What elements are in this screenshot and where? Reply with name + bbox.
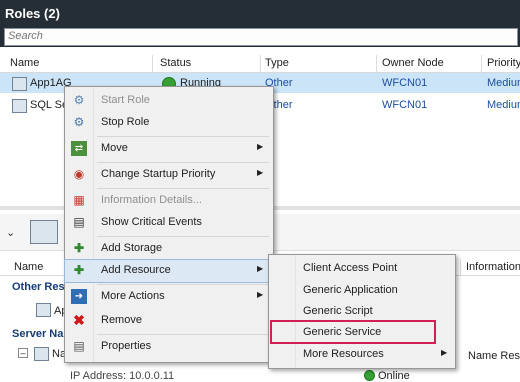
role-priority: Medium bbox=[487, 99, 520, 111]
details-column-name[interactable]: Name bbox=[14, 261, 43, 273]
submenu-arrow-icon: ▶ bbox=[257, 142, 264, 151]
network-name-icon bbox=[34, 347, 49, 361]
menu-item-label: Change Startup Priority bbox=[101, 168, 216, 180]
menu-item-label: Move bbox=[101, 142, 128, 154]
menu-item-add-storage[interactable]: ✚ Add Storage bbox=[65, 238, 273, 260]
column-separator[interactable] bbox=[481, 55, 482, 72]
priority-icon: ◉ bbox=[73, 167, 85, 181]
menu-item-label: Information Details... bbox=[101, 194, 202, 206]
add-resource-icon: ✚ bbox=[73, 263, 85, 277]
role-large-icon bbox=[30, 220, 58, 244]
role-name: SQL Se bbox=[30, 99, 69, 111]
ip-status: Online bbox=[378, 370, 410, 382]
role-icon bbox=[12, 77, 27, 91]
generic-service-highlight bbox=[270, 320, 436, 344]
menu-separator bbox=[97, 136, 269, 137]
menu-item-start-role[interactable]: ⚙ Start Role bbox=[65, 90, 273, 112]
column-separator[interactable] bbox=[460, 259, 461, 275]
chevron-down-icon[interactable]: ⌄ bbox=[6, 226, 15, 239]
menu-item-add-resource[interactable]: ✚ Add Resource ▶ bbox=[64, 259, 274, 283]
submenu-arrow-icon: ▶ bbox=[257, 264, 264, 273]
menu-item-more-actions[interactable]: ➜ More Actions ▶ bbox=[65, 286, 273, 308]
role-owner-node: WFCN01 bbox=[382, 77, 428, 89]
column-separator[interactable] bbox=[152, 55, 153, 72]
stop-role-icon: ⚙ bbox=[73, 115, 85, 129]
menu-item-change-startup-priority[interactable]: ◉ Change Startup Priority ▶ bbox=[65, 164, 273, 186]
server-name-heading: Server Na bbox=[12, 328, 64, 340]
role-priority: Medium bbox=[487, 77, 520, 89]
column-owner-node[interactable]: Owner Node bbox=[382, 57, 444, 69]
collapse-icon[interactable]: – bbox=[18, 348, 28, 358]
column-separator[interactable] bbox=[260, 55, 261, 72]
menu-separator bbox=[97, 334, 269, 335]
search-input[interactable] bbox=[5, 29, 508, 43]
menu-item-label: Stop Role bbox=[101, 116, 150, 128]
move-icon: ⇄ bbox=[71, 141, 87, 156]
add-storage-icon: ✚ bbox=[73, 241, 85, 255]
roles-column-header: Name Status Type Owner Node Priority bbox=[0, 55, 520, 73]
add-resource-submenu: Client Access Point Generic Application … bbox=[268, 254, 456, 369]
roles-title: Roles (2) bbox=[5, 6, 60, 21]
properties-icon: ▤ bbox=[73, 339, 85, 353]
column-type[interactable]: Type bbox=[265, 57, 289, 69]
submenu-item-generic-application[interactable]: Generic Application bbox=[269, 280, 455, 301]
submenu-item-label: Generic Script bbox=[303, 305, 373, 317]
menu-item-remove[interactable]: ✖ Remove bbox=[65, 310, 273, 332]
menu-separator bbox=[97, 236, 269, 237]
submenu-item-generic-script[interactable]: Generic Script bbox=[269, 301, 455, 322]
other-resources-heading: Other Res bbox=[12, 281, 65, 293]
menu-item-label: More Actions bbox=[101, 290, 165, 302]
submenu-item-label: Generic Application bbox=[303, 284, 398, 296]
information-icon: ▦ bbox=[73, 193, 85, 207]
column-status[interactable]: Status bbox=[160, 57, 191, 69]
critical-events-icon: ▤ bbox=[73, 215, 85, 229]
remove-icon: ✖ bbox=[73, 312, 85, 328]
details-column-information[interactable]: Information bbox=[466, 261, 520, 273]
menu-item-properties[interactable]: ▤ Properties bbox=[65, 336, 273, 358]
search-bar bbox=[0, 27, 520, 47]
menu-separator bbox=[97, 188, 269, 189]
name-resource-type: Name Res bbox=[468, 350, 520, 362]
start-role-icon: ⚙ bbox=[73, 93, 85, 107]
submenu-arrow-icon: ▶ bbox=[441, 348, 448, 357]
roles-title-bar: Roles (2) bbox=[0, 0, 520, 27]
submenu-arrow-icon: ▶ bbox=[257, 290, 264, 299]
ip-address[interactable]: IP Address: 10.0.0.11 bbox=[70, 370, 174, 382]
column-separator[interactable] bbox=[376, 55, 377, 72]
menu-item-label: Show Critical Events bbox=[101, 216, 202, 228]
menu-separator bbox=[97, 284, 269, 285]
search-box[interactable] bbox=[4, 28, 518, 46]
context-menu: ⚙ Start Role ⚙ Stop Role ⇄ Move ▶ ◉ Chan… bbox=[64, 86, 274, 363]
menu-separator bbox=[97, 162, 269, 163]
submenu-item-label: Client Access Point bbox=[303, 262, 398, 274]
submenu-item-label: More Resources bbox=[303, 348, 384, 360]
submenu-item-client-access-point[interactable]: Client Access Point bbox=[269, 258, 455, 279]
resource-icon bbox=[36, 303, 51, 317]
menu-item-label: Add Storage bbox=[101, 242, 163, 254]
menu-item-label: Properties bbox=[101, 340, 152, 352]
menu-item-stop-role[interactable]: ⚙ Stop Role bbox=[65, 112, 273, 134]
menu-item-information-details[interactable]: ▦ Information Details... bbox=[65, 190, 273, 212]
column-priority[interactable]: Priority bbox=[487, 57, 520, 69]
menu-item-label: Add Resource bbox=[101, 264, 171, 276]
menu-item-move[interactable]: ⇄ Move ▶ bbox=[65, 138, 273, 160]
menu-item-label: Remove bbox=[101, 314, 142, 326]
menu-item-show-critical-events[interactable]: ▤ Show Critical Events bbox=[65, 212, 273, 234]
online-status-icon bbox=[364, 370, 375, 381]
role-icon bbox=[12, 99, 27, 113]
submenu-arrow-icon: ▶ bbox=[257, 168, 264, 177]
role-owner-node: WFCN01 bbox=[382, 99, 428, 111]
more-actions-icon: ➜ bbox=[71, 289, 87, 304]
submenu-item-more-resources[interactable]: More Resources ▶ bbox=[269, 344, 455, 365]
column-name[interactable]: Name bbox=[10, 57, 39, 69]
menu-item-label: Start Role bbox=[101, 94, 150, 106]
